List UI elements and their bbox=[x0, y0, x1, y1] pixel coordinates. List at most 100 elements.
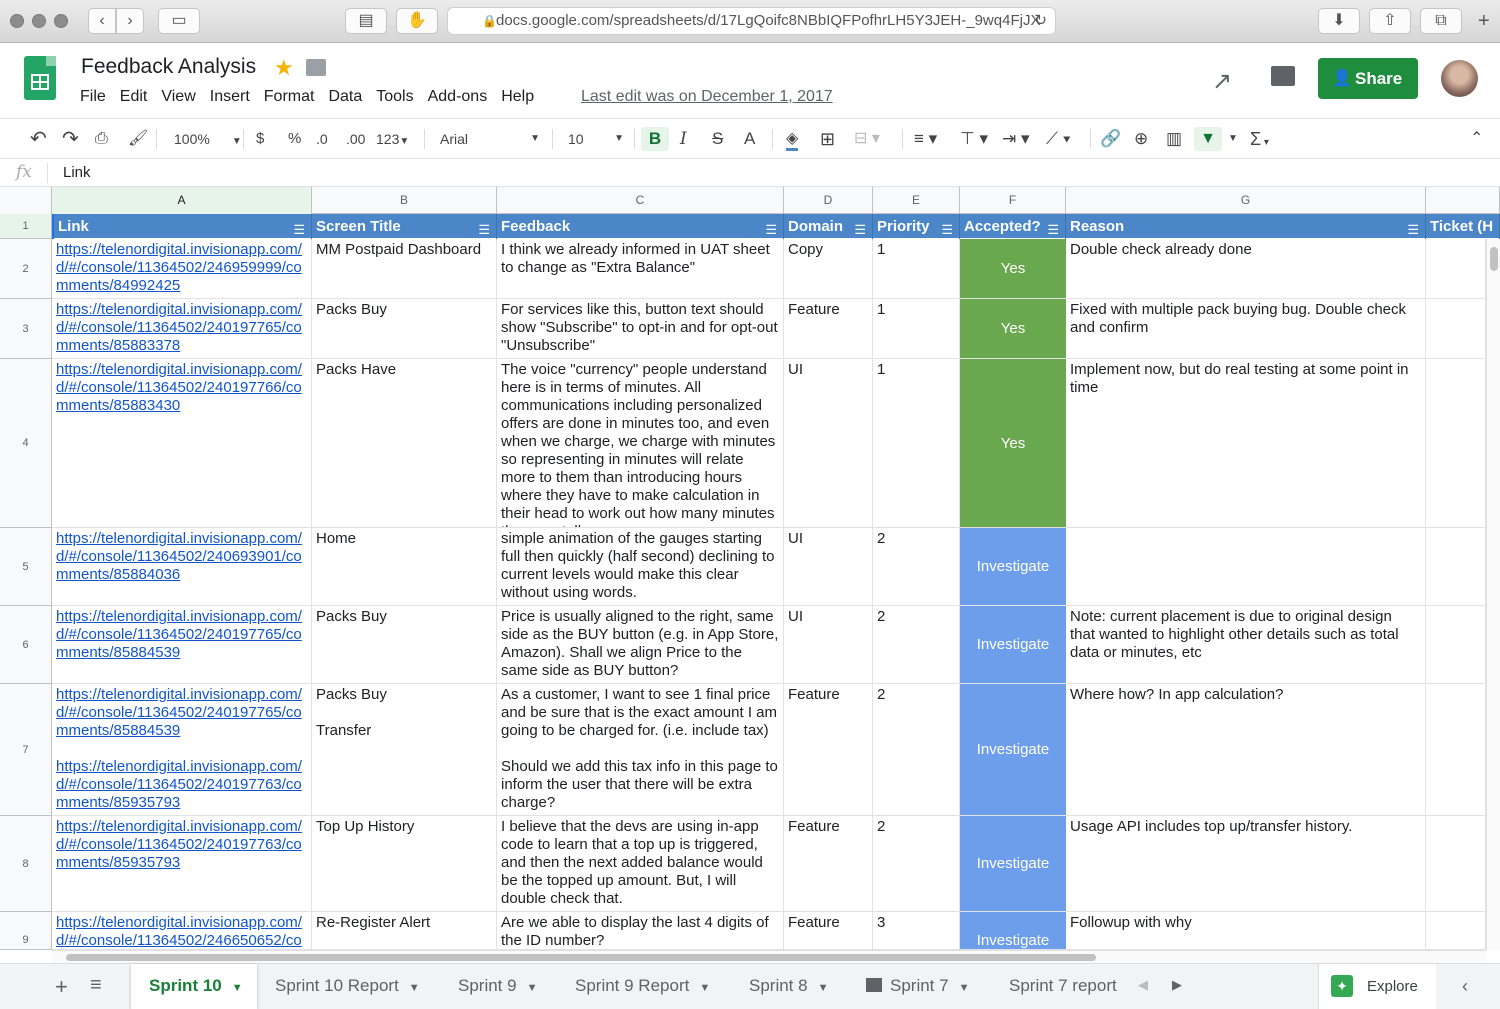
sidebar-icon[interactable]: ▭ bbox=[158, 8, 200, 34]
menu-addons[interactable]: Add-ons bbox=[428, 88, 488, 106]
formula-input[interactable]: Link bbox=[63, 164, 91, 181]
link-cell[interactable]: https://telenordigital.invisionapp.com/d… bbox=[52, 359, 312, 528]
increase-decimal-button[interactable]: .00 bbox=[346, 127, 365, 151]
link-cell[interactable]: https://telenordigital.invisionapp.com/d… bbox=[52, 606, 312, 684]
filter-icon[interactable]: ☰ bbox=[1047, 217, 1059, 239]
functions-button[interactable]: Σ ▾ bbox=[1250, 127, 1269, 151]
sheet-tab-sprint-8[interactable]: Sprint 8 ▼ bbox=[731, 964, 848, 1009]
address-bar[interactable]: 🔒 docs.google.com/spreadsheets/d/17LgQoi… bbox=[447, 7, 1056, 35]
filter-icon[interactable]: ☰ bbox=[854, 217, 866, 239]
italic-button[interactable]: I bbox=[680, 127, 687, 151]
screen-title-cell[interactable]: Packs Buy bbox=[312, 606, 497, 684]
domain-cell[interactable]: Feature bbox=[784, 816, 873, 912]
currency-format-button[interactable]: $ bbox=[256, 127, 264, 151]
link-cell[interactable]: https://telenordigital.invisionapp.com/d… bbox=[52, 684, 312, 816]
feedback-cell[interactable]: simple animation of the gauges starting … bbox=[497, 528, 784, 606]
row-header[interactable]: 4 bbox=[0, 359, 52, 528]
header-cell-screen-title[interactable]: Screen Title ☰ bbox=[312, 214, 497, 239]
filter-icon[interactable]: ▼ bbox=[1194, 127, 1222, 151]
reason-cell[interactable]: Double check already done bbox=[1066, 239, 1426, 299]
sheet-tab-sprint-7-report[interactable]: Sprint 7 report bbox=[991, 964, 1122, 1009]
horizontal-align-icon[interactable]: ≡ ▾ bbox=[914, 127, 937, 151]
feedback-cell[interactable]: I think we already informed in UAT sheet… bbox=[497, 239, 784, 299]
priority-cell[interactable]: 3 bbox=[873, 912, 960, 950]
strikethrough-button[interactable]: S bbox=[712, 127, 723, 151]
column-header-a[interactable]: A bbox=[52, 187, 312, 214]
ticket-cell[interactable] bbox=[1426, 239, 1486, 299]
tabs-overview-icon[interactable]: ⧉ bbox=[1420, 8, 1462, 34]
row-header[interactable]: 8 bbox=[0, 816, 52, 912]
feedback-cell[interactable]: Are we able to display the last 4 digits… bbox=[497, 912, 784, 950]
priority-cell[interactable]: 1 bbox=[873, 299, 960, 359]
priority-cell[interactable]: 2 bbox=[873, 528, 960, 606]
menu-edit[interactable]: Edit bbox=[120, 88, 148, 106]
zoom-select[interactable]: 100% ▼ bbox=[174, 127, 242, 151]
feedback-cell[interactable]: The voice "currency" people understand h… bbox=[497, 359, 784, 528]
column-header-h[interactable] bbox=[1426, 187, 1500, 214]
header-cell-domain[interactable]: Domain ☰ bbox=[784, 214, 873, 239]
reason-cell[interactable]: Note: current placement is due to origin… bbox=[1066, 606, 1426, 684]
fill-color-icon[interactable]: ◈ bbox=[786, 127, 799, 151]
percent-format-button[interactable]: % bbox=[288, 127, 301, 151]
downloads-icon[interactable]: ⬇ bbox=[1318, 8, 1360, 34]
accepted-cell[interactable]: Yes bbox=[960, 299, 1066, 359]
menu-file[interactable]: File bbox=[80, 88, 106, 106]
insert-comment-icon[interactable]: ⊕ bbox=[1134, 127, 1148, 151]
decrease-decimal-button[interactable]: .0 bbox=[316, 127, 328, 151]
menu-format[interactable]: Format bbox=[264, 88, 315, 106]
accepted-cell[interactable]: Investigate bbox=[960, 606, 1066, 684]
sheets-logo[interactable] bbox=[24, 56, 56, 100]
accepted-cell[interactable]: Investigate bbox=[960, 912, 1066, 950]
header-cell-accepted[interactable]: Accepted? ☰ bbox=[960, 214, 1066, 239]
domain-cell[interactable]: Feature bbox=[784, 912, 873, 950]
reason-cell[interactable] bbox=[1066, 528, 1426, 606]
extension-icon[interactable]: ✋ bbox=[396, 8, 438, 34]
link-text[interactable]: https://telenordigital.invisionapp.com/d… bbox=[56, 686, 307, 740]
menu-tools[interactable]: Tools bbox=[376, 88, 413, 106]
ticket-cell[interactable] bbox=[1426, 299, 1486, 359]
row-header[interactable]: 9 bbox=[0, 912, 52, 950]
column-header-f[interactable]: F bbox=[960, 187, 1066, 214]
sheet-tab-sprint-9[interactable]: Sprint 9 ▼ bbox=[440, 964, 557, 1009]
select-all-corner[interactable] bbox=[0, 187, 52, 214]
feedback-cell[interactable]: For services like this, button text shou… bbox=[497, 299, 784, 359]
ticket-cell[interactable] bbox=[1426, 684, 1486, 816]
row-header[interactable]: 2 bbox=[0, 239, 52, 299]
ticket-cell[interactable] bbox=[1426, 606, 1486, 684]
accepted-cell[interactable]: Yes bbox=[960, 239, 1066, 299]
priority-cell[interactable]: 1 bbox=[873, 359, 960, 528]
forward-icon[interactable]: › bbox=[116, 8, 144, 34]
share-button[interactable]: 👤 Share bbox=[1318, 58, 1418, 99]
undo-icon[interactable]: ↶ bbox=[30, 127, 47, 151]
priority-cell[interactable]: 1 bbox=[873, 239, 960, 299]
accepted-cell[interactable]: Investigate bbox=[960, 816, 1066, 912]
priority-cell[interactable]: 2 bbox=[873, 684, 960, 816]
filter-icon[interactable]: ☰ bbox=[765, 217, 777, 239]
reason-cell[interactable]: Followup with why bbox=[1066, 912, 1426, 950]
font-family-select[interactable]: Arial ▼ bbox=[440, 127, 540, 151]
column-header-b[interactable]: B bbox=[312, 187, 497, 214]
link-cell[interactable]: https://telenordigital.invisionapp.com/d… bbox=[52, 528, 312, 606]
back-icon[interactable]: ‹ bbox=[88, 8, 116, 34]
screen-title-cell[interactable]: MM Postpaid Dashboard bbox=[312, 239, 497, 299]
column-header-g[interactable]: G bbox=[1066, 187, 1426, 214]
new-tab-icon[interactable]: + bbox=[1478, 10, 1490, 33]
print-icon[interactable]: ⎙ bbox=[95, 127, 108, 151]
add-sheet-icon[interactable]: + bbox=[55, 974, 68, 1000]
vertical-align-icon[interactable]: ⊤ ▾ bbox=[960, 127, 988, 151]
domain-cell[interactable]: UI bbox=[784, 359, 873, 528]
borders-icon[interactable]: ⊞ bbox=[820, 127, 835, 151]
insert-chart-icon[interactable]: ▥ bbox=[1166, 127, 1182, 151]
avatar[interactable] bbox=[1441, 60, 1478, 97]
column-header-e[interactable]: E bbox=[873, 187, 960, 214]
column-header-c[interactable]: C bbox=[497, 187, 784, 214]
priority-cell[interactable]: 2 bbox=[873, 816, 960, 912]
sheet-tab-sprint-10-report[interactable]: Sprint 10 Report ▼ bbox=[257, 964, 440, 1009]
screen-title-cell[interactable]: Packs Buy bbox=[312, 299, 497, 359]
domain-cell[interactable]: UI bbox=[784, 606, 873, 684]
row-header[interactable]: 6 bbox=[0, 606, 52, 684]
menu-data[interactable]: Data bbox=[328, 88, 362, 106]
text-wrap-icon[interactable]: ⇥ ▾ bbox=[1002, 127, 1030, 151]
header-cell-feedback[interactable]: Feedback ☰ bbox=[497, 214, 784, 239]
header-cell-priority[interactable]: Priority ☰ bbox=[873, 214, 960, 239]
